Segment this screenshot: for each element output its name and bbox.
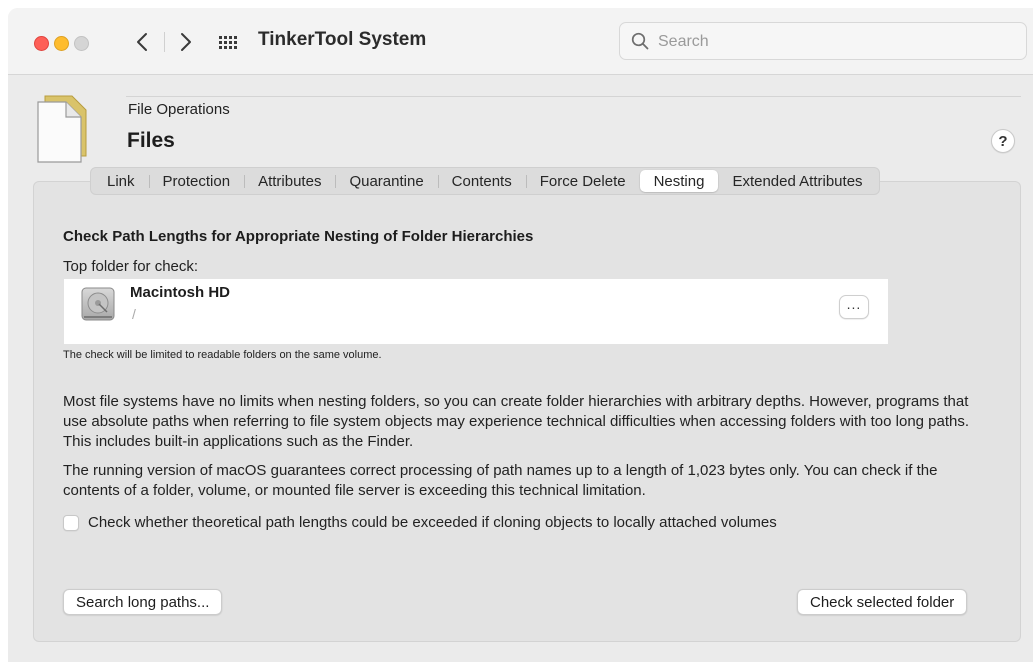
zoom-button[interactable] bbox=[74, 36, 89, 51]
nesting-heading: Check Path Lengths for Appropriate Nesti… bbox=[63, 228, 534, 245]
top-folder-label: Top folder for check: bbox=[63, 258, 199, 275]
section-label: File Operations bbox=[128, 101, 230, 118]
tab-nesting[interactable]: Nesting bbox=[639, 170, 719, 192]
volume-name: Macintosh HD bbox=[130, 284, 231, 301]
back-button[interactable] bbox=[128, 27, 156, 57]
search-long-paths-button[interactable]: Search long paths... bbox=[63, 589, 223, 615]
pane-title: Files bbox=[127, 129, 175, 152]
app-title: TinkerTool System bbox=[258, 29, 427, 50]
chevron-left-icon bbox=[137, 33, 147, 51]
cloning-checkbox[interactable] bbox=[63, 514, 79, 531]
choose-folder-button[interactable]: ... bbox=[839, 295, 869, 319]
tab-quarantine[interactable]: Quarantine bbox=[335, 170, 437, 192]
scope-note: The check will be limited to readable fo… bbox=[63, 349, 382, 361]
tab-contents[interactable]: Contents bbox=[437, 170, 526, 192]
chevron-right-icon bbox=[181, 33, 191, 51]
cloning-check-option[interactable]: Check whether theoretical path lengths c… bbox=[63, 514, 777, 531]
explanation-paragraph-2: The running version of macOS guarantees … bbox=[63, 462, 938, 499]
hard-disk-icon bbox=[80, 285, 116, 328]
volume-path: / bbox=[132, 306, 136, 322]
header-divider bbox=[126, 96, 1021, 97]
folder-selector[interactable]: Macintosh HD / ... bbox=[64, 279, 888, 344]
search-field[interactable] bbox=[619, 22, 1027, 60]
minimize-button[interactable] bbox=[54, 36, 69, 51]
document-icon bbox=[34, 94, 90, 169]
title-bar: TinkerTool System bbox=[8, 8, 1033, 75]
tab-force-delete[interactable]: Force Delete bbox=[525, 170, 640, 192]
search-icon bbox=[631, 32, 649, 50]
grid-icon bbox=[219, 36, 237, 49]
check-selected-folder-button[interactable]: Check selected folder bbox=[797, 589, 968, 615]
show-all-button[interactable] bbox=[218, 32, 238, 52]
explanation-paragraph-1: Most file systems have no limits when ne… bbox=[63, 393, 970, 450]
tab-protection[interactable]: Protection bbox=[148, 170, 245, 192]
cloning-checkbox-label[interactable]: Check whether theoretical path lengths c… bbox=[88, 514, 777, 531]
nav-divider bbox=[164, 32, 165, 52]
search-input[interactable] bbox=[656, 29, 1020, 55]
help-button[interactable]: ? bbox=[991, 129, 1015, 153]
close-button[interactable] bbox=[34, 36, 49, 51]
tab-link[interactable]: Link bbox=[93, 170, 149, 192]
tab-attributes[interactable]: Attributes bbox=[244, 170, 335, 192]
tab-bar: Link Protection Attributes Quarantine Co… bbox=[90, 167, 880, 195]
forward-button[interactable] bbox=[172, 27, 200, 57]
app-window: TinkerTool System File Operations Files … bbox=[8, 8, 1033, 662]
tab-extended-attributes[interactable]: Extended Attributes bbox=[718, 170, 876, 192]
